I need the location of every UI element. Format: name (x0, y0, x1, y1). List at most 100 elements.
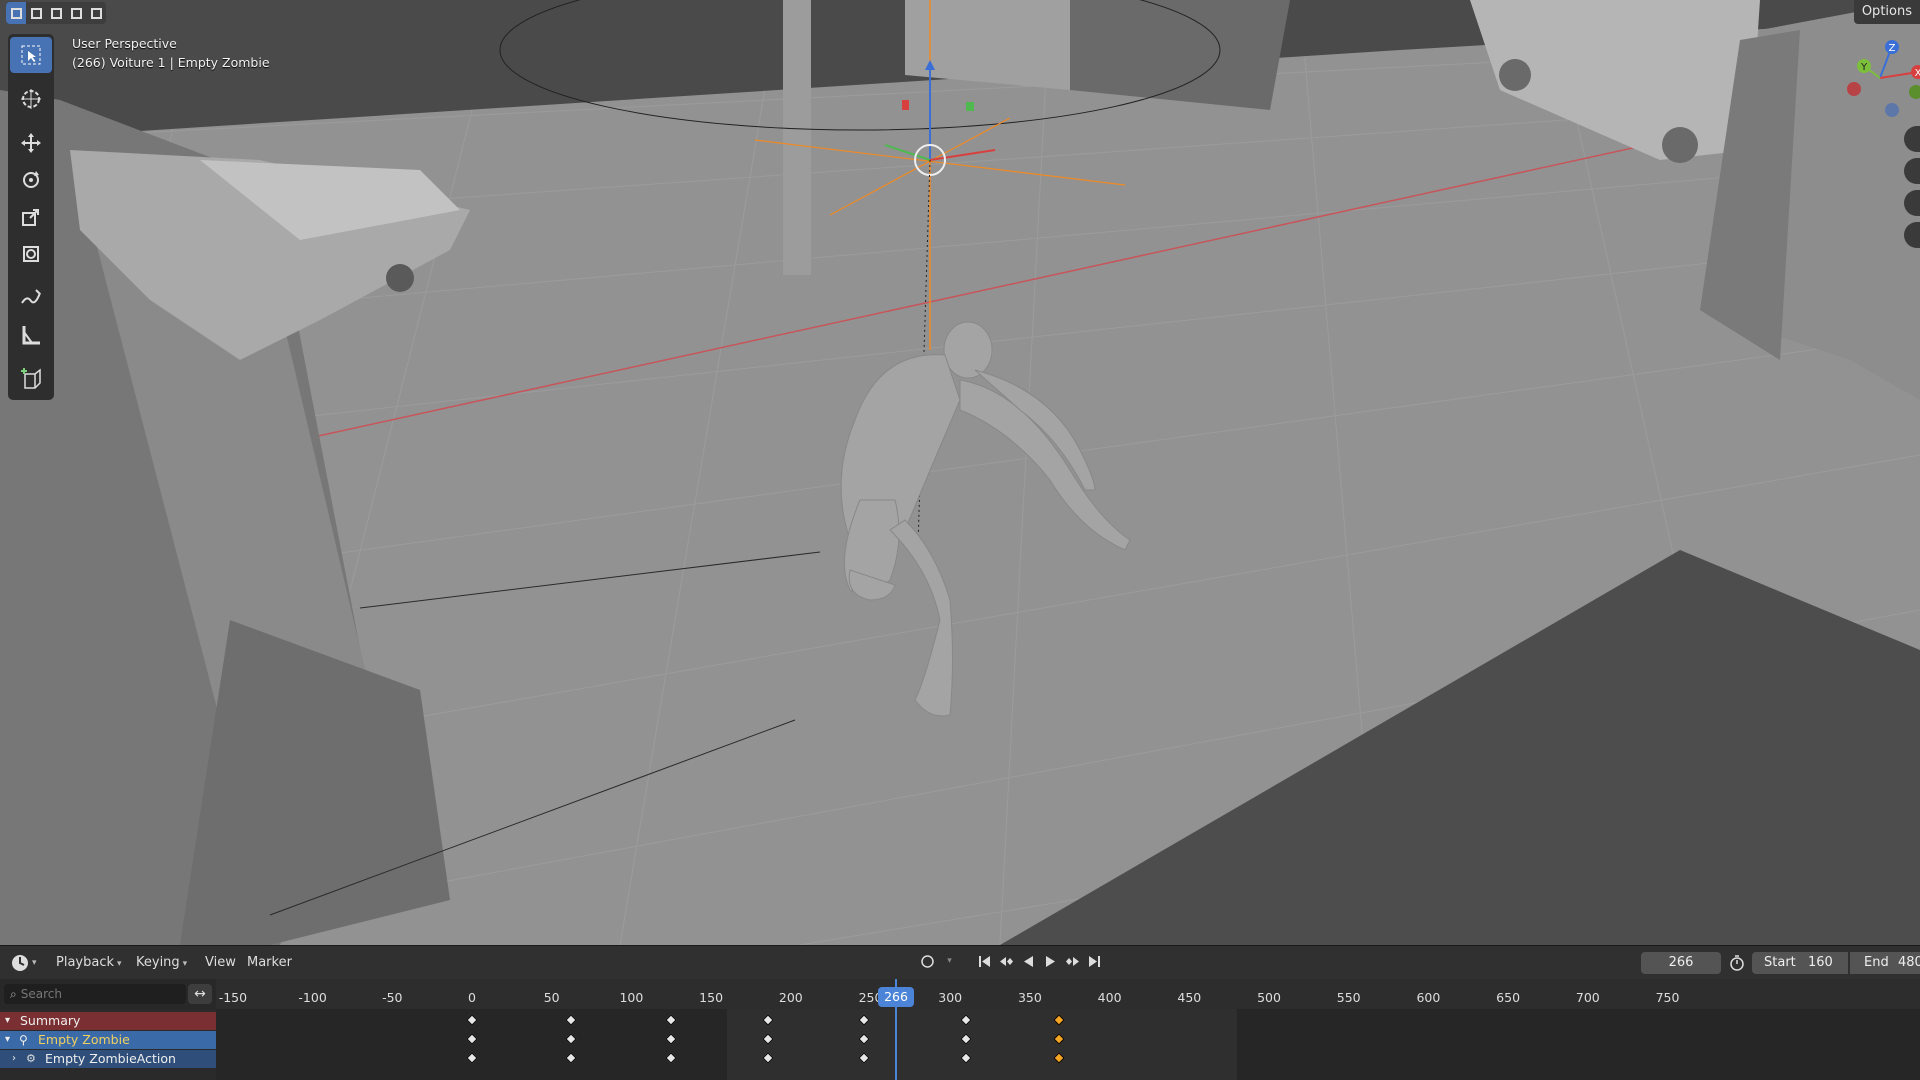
keyframe[interactable] (665, 1052, 677, 1064)
start-frame-field[interactable]: Start 160 (1752, 952, 1848, 974)
marker-menu[interactable]: Marker (247, 955, 292, 970)
keyframe[interactable] (665, 1014, 677, 1026)
select-intersect-button[interactable] (86, 2, 106, 24)
prev-keyframe-button[interactable] (999, 954, 1014, 969)
selection-mode-buttons[interactable] (6, 2, 106, 24)
channel-search-input[interactable]: ⌕ Search (4, 984, 186, 1004)
ruler-tick: 600 (1416, 990, 1441, 1005)
keyframe[interactable] (565, 1033, 577, 1045)
options-button[interactable]: Options (1853, 0, 1920, 24)
ruler-tick: 550 (1336, 990, 1361, 1005)
next-keyframe-button[interactable] (1065, 954, 1080, 969)
keyframe[interactable] (466, 1014, 478, 1026)
chevron-down-icon: ▾ (117, 959, 122, 969)
ruler-tick: 650 (1496, 990, 1521, 1005)
measure-tool[interactable] (10, 317, 52, 353)
select-extend-button[interactable] (26, 2, 46, 24)
cursor-tool[interactable] (10, 81, 52, 117)
gizmo-z-label: Z (1889, 43, 1896, 54)
playback-controls: ▾ (920, 954, 1102, 969)
auto-keying-toggle[interactable] (920, 954, 935, 969)
play-button[interactable] (1043, 954, 1058, 969)
channel-row-summary[interactable]: ▾ Summary (0, 1012, 216, 1030)
frame-range-highlight (727, 1009, 1238, 1080)
chevron-down-icon: ▾ (5, 1015, 11, 1026)
select-subtract-button[interactable] (46, 2, 66, 24)
chevron-right-icon: › (12, 1053, 16, 1064)
3d-viewport[interactable]: User Perspective (266) Voiture 1 | Empty… (0, 0, 1920, 945)
editor-type-selector[interactable]: ▾ (10, 951, 44, 975)
swap-arrows-icon: ↔ (194, 986, 206, 1002)
play-icon (1046, 956, 1055, 967)
ruler-tick: 50 (543, 990, 560, 1005)
select-new-button[interactable] (6, 2, 26, 24)
search-placeholder: Search (20, 987, 62, 1001)
timeline-editor: ▾ Playback ▾ Keying ▾ View Marker ▾ 266 St… (0, 945, 1920, 1080)
chevron-down-icon: ▾ (5, 1034, 11, 1045)
clock-icon (12, 955, 28, 971)
view-menu-label: View (205, 955, 236, 970)
select-difference-button[interactable] (66, 2, 86, 24)
record-icon (921, 955, 934, 968)
playhead-frame-label[interactable]: 266 (878, 987, 914, 1007)
add-cube-tool[interactable] (10, 361, 52, 397)
annotate-tool[interactable] (10, 280, 52, 316)
select-box-tool[interactable] (10, 37, 52, 73)
playback-menu-label: Playback (56, 955, 115, 970)
current-frame-field[interactable]: 266 (1641, 952, 1721, 974)
object-info-label: (266) Voiture 1 | Empty Zombie (72, 55, 270, 70)
keyframe-area[interactable] (216, 1009, 1920, 1080)
jump-end-button[interactable] (1087, 954, 1102, 969)
channel-row-empty-zombie[interactable]: ▾ ⚲ Empty Zombie (0, 1031, 216, 1049)
stopwatch-icon[interactable] (1728, 954, 1746, 972)
keyframe[interactable] (466, 1033, 478, 1045)
ruler-tick: 450 (1177, 990, 1202, 1005)
channel-list: ▾ Summary ▾ ⚲ Empty Zombie › ⚙ Empty Zom… (0, 1009, 216, 1080)
frame-ruler[interactable]: -150 -100 -50 0 50 100 150 200 250 300 350 400 450 50… (216, 979, 1920, 1009)
chevron-down-icon: ▾ (32, 958, 37, 968)
jump-end-icon (1089, 956, 1100, 967)
view-menu[interactable]: View (205, 955, 236, 970)
jump-start-icon (979, 956, 990, 967)
transform-tool[interactable] (10, 236, 52, 272)
next-keyframe-icon (1066, 957, 1079, 966)
select-box-icon (21, 45, 41, 65)
keyframe[interactable] (665, 1033, 677, 1045)
keying-menu[interactable]: Keying ▾ (136, 955, 187, 970)
channel-row-action[interactable]: › ⚙ Empty ZombieAction (0, 1050, 216, 1068)
keying-menu-label: Keying (136, 955, 180, 970)
action-icon: ⚙ (26, 1052, 36, 1065)
end-frame-field[interactable]: End 480 (1850, 952, 1920, 974)
scale-tool[interactable] (10, 199, 52, 235)
scale-icon (22, 209, 39, 226)
cursor-icon (21, 89, 41, 109)
rotate-tool[interactable] (10, 162, 52, 198)
marker-menu-label: Marker (247, 955, 292, 970)
auto-keying-dropdown[interactable]: ▾ (942, 954, 957, 969)
ruler-tick: 750 (1655, 990, 1680, 1005)
playback-menu[interactable]: Playback ▾ (56, 955, 122, 970)
keyframe[interactable] (565, 1014, 577, 1026)
measure-icon (22, 326, 40, 345)
end-value: 480 (1898, 955, 1920, 970)
gizmo-x-label: X (1915, 68, 1920, 79)
timeline-header: ▾ Playback ▾ Keying ▾ View Marker ▾ 266 St… (0, 945, 1920, 979)
play-reverse-icon (1024, 956, 1033, 967)
start-label: Start (1764, 955, 1796, 970)
prev-keyframe-icon (1000, 957, 1013, 966)
swap-arrows-button[interactable]: ↔ (188, 984, 212, 1004)
add-cube-icon (21, 368, 41, 389)
ruler-tick: 350 (1017, 990, 1042, 1005)
play-reverse-button[interactable] (1021, 954, 1036, 969)
ruler-tick: 300 (938, 990, 963, 1005)
keyframe[interactable] (565, 1052, 577, 1064)
navigation-gizmo[interactable]: Z Y X (1840, 36, 1920, 126)
armature-icon: ⚲ (19, 1033, 28, 1047)
end-label: End (1864, 955, 1889, 970)
ruler-tick: 100 (619, 990, 644, 1005)
move-tool[interactable] (10, 125, 52, 161)
start-value: 160 (1808, 955, 1833, 970)
keyframe[interactable] (466, 1052, 478, 1064)
jump-start-button[interactable] (977, 954, 992, 969)
perspective-label: User Perspective (72, 36, 177, 51)
